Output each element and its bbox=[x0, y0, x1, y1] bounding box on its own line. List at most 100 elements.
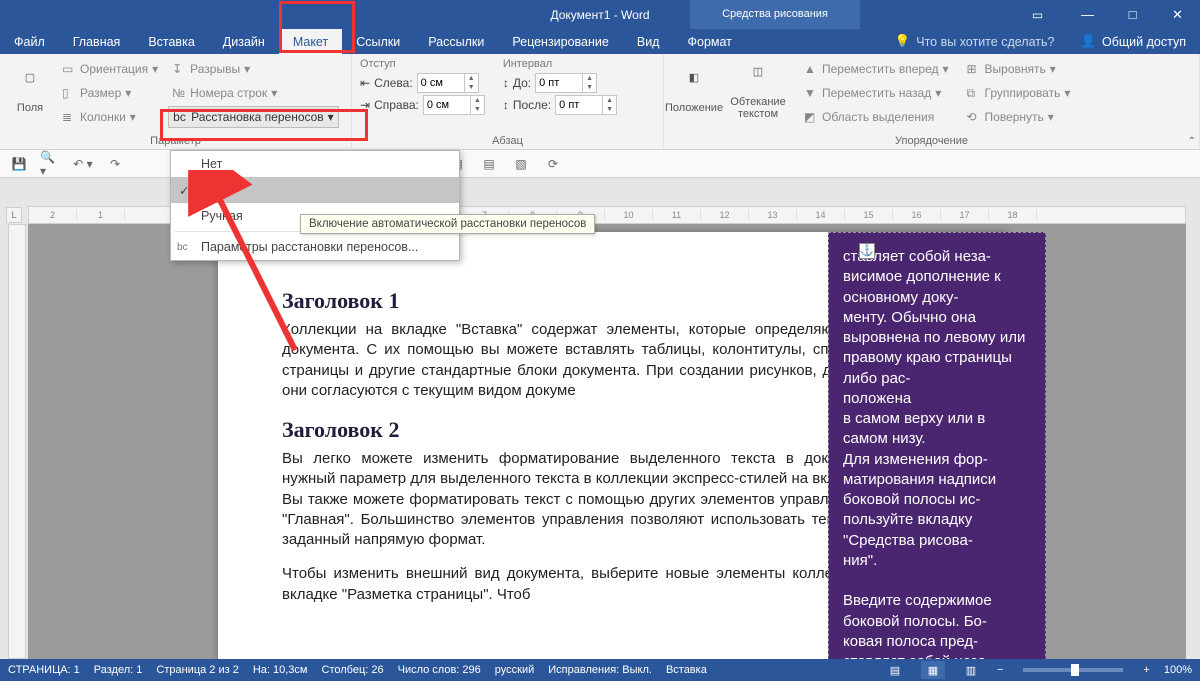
indent-right-label: Справа: bbox=[374, 98, 419, 112]
tab-references[interactable]: Ссылки bbox=[342, 29, 414, 54]
spacing-title: Интервал bbox=[503, 58, 617, 70]
align-label: Выровнять bbox=[985, 62, 1046, 76]
spacing-before-input[interactable]: ▲▼ bbox=[535, 73, 597, 93]
margins-icon: ▢ bbox=[16, 72, 44, 100]
hyphenation-auto-label: Авто bbox=[201, 183, 228, 197]
hyphenation-options-icon: bc bbox=[177, 242, 188, 253]
size-button[interactable]: ▯Размер ▾ bbox=[58, 82, 162, 104]
zoom-percent[interactable]: 100% bbox=[1164, 664, 1192, 676]
status-column[interactable]: Столбец: 26 bbox=[322, 664, 384, 676]
columns-button[interactable]: ≣Колонки ▾ bbox=[58, 106, 162, 128]
columns-icon: ≣ bbox=[62, 110, 76, 124]
tab-format[interactable]: Формат bbox=[673, 29, 745, 54]
status-language[interactable]: русский bbox=[495, 664, 534, 676]
orientation-button[interactable]: ▭Ориентация ▾ bbox=[58, 58, 162, 80]
group-label: Группировать bbox=[985, 86, 1061, 100]
spacing-before-icon: ↕ bbox=[503, 76, 509, 90]
rotate-icon: ⟲ bbox=[967, 110, 981, 124]
spacing-before-label: До: bbox=[513, 76, 531, 90]
spacing-after-input[interactable]: ▲▼ bbox=[555, 95, 617, 115]
line-numbers-icon: № bbox=[172, 86, 186, 100]
send-backward-button[interactable]: ▼Переместить назад ▾ bbox=[800, 82, 953, 104]
grid-icon[interactable]: ▤ bbox=[478, 153, 500, 175]
print-preview-button[interactable]: 🔍 ▾ bbox=[40, 153, 62, 175]
bring-forward-button[interactable]: ▲Переместить вперед ▾ bbox=[800, 58, 953, 80]
status-track-changes[interactable]: Исправления: Выкл. bbox=[548, 664, 652, 676]
tab-mailings[interactable]: Рассылки bbox=[414, 29, 498, 54]
document-area: Заголовок 1 Коллекции на вкладке "Вставк… bbox=[28, 224, 1186, 659]
share-button[interactable]: 👤 Общий доступ bbox=[1066, 29, 1200, 54]
close-icon[interactable]: ✕ bbox=[1155, 0, 1200, 29]
tab-view[interactable]: Вид bbox=[623, 29, 674, 54]
tell-me-search[interactable]: 💡 Что вы хотите сделать? bbox=[883, 29, 1067, 54]
zoom-out-button[interactable]: − bbox=[997, 664, 1003, 676]
hyphenation-auto[interactable]: ✓Авто bbox=[171, 177, 459, 203]
anchor-icon: ⚓ bbox=[859, 243, 875, 259]
status-at[interactable]: На: 10,3см bbox=[253, 664, 308, 676]
indent-left-icon: ⇤ bbox=[360, 76, 370, 90]
minimize-icon[interactable]: — bbox=[1065, 0, 1110, 29]
redo-button[interactable]: ↷ bbox=[104, 153, 126, 175]
selection-pane-button[interactable]: ◩Область выделения bbox=[800, 106, 953, 128]
save-button[interactable]: 💾 bbox=[8, 153, 30, 175]
maximize-icon[interactable]: □ bbox=[1110, 0, 1155, 29]
send-backward-icon: ▼ bbox=[804, 86, 818, 100]
view-web-layout[interactable]: ▥ bbox=[959, 661, 983, 679]
hyphenation-none[interactable]: Нет bbox=[171, 151, 459, 177]
status-section[interactable]: Раздел: 1 bbox=[94, 664, 143, 676]
line-numbers-button[interactable]: №Номера строк ▾ bbox=[168, 82, 339, 104]
sidebar-textbox[interactable]: ⚓ ставляет собой неза- висимое дополнени… bbox=[828, 232, 1046, 659]
ribbon-display-options-icon[interactable]: ▭ bbox=[1015, 0, 1060, 29]
spacing-after-label: После: bbox=[513, 98, 551, 112]
view-read-mode[interactable]: ▤ bbox=[883, 661, 907, 679]
group-objects-button[interactable]: ⧉Группировать ▾ bbox=[963, 82, 1075, 104]
status-bar: СТРАНИЦА: 1 Раздел: 1 Страница 2 из 2 На… bbox=[0, 659, 1200, 681]
sidebar-content[interactable]: ставляет собой неза- висимое дополнение … bbox=[843, 247, 1031, 659]
tab-home[interactable]: Главная bbox=[59, 29, 135, 54]
orientation-icon: ▭ bbox=[62, 62, 76, 76]
share-label: Общий доступ bbox=[1102, 35, 1186, 49]
group-label-paragraph: Абзац bbox=[360, 135, 655, 147]
size-label: Размер bbox=[80, 86, 121, 100]
zoom-in-button[interactable]: + bbox=[1143, 664, 1149, 676]
tab-layout[interactable]: Макет bbox=[279, 29, 342, 54]
hyphenation-options[interactable]: bcПараметры расстановки переносов... bbox=[171, 234, 459, 260]
position-button[interactable]: ◧Положение bbox=[672, 58, 716, 128]
size-icon: ▯ bbox=[62, 86, 76, 100]
indent-left-input[interactable]: ▲▼ bbox=[417, 73, 479, 93]
vertical-ruler[interactable] bbox=[8, 224, 26, 659]
refresh-icon[interactable]: ⟳ bbox=[542, 153, 564, 175]
tab-file[interactable]: Файл bbox=[0, 29, 59, 54]
tab-design[interactable]: Дизайн bbox=[209, 29, 279, 54]
share-icon: 👤 bbox=[1080, 34, 1096, 49]
tab-review[interactable]: Рецензирование bbox=[498, 29, 623, 54]
send-backward-label: Переместить назад bbox=[822, 86, 931, 100]
indent-left-label: Слева: bbox=[374, 76, 413, 90]
tab-insert[interactable]: Вставка bbox=[134, 29, 208, 54]
indent-right-input[interactable]: ▲▼ bbox=[423, 95, 485, 115]
hyphenation-none-label: Нет bbox=[201, 157, 222, 171]
wrap-text-label: Обтекание текстом bbox=[726, 96, 790, 120]
rotate-label: Повернуть bbox=[985, 110, 1044, 124]
collapse-ribbon-icon[interactable]: ⌃ bbox=[1188, 136, 1196, 147]
wrap-text-button[interactable]: ◫Обтекание текстом bbox=[726, 58, 790, 128]
view-print-layout[interactable]: ▦ bbox=[921, 661, 945, 679]
bring-forward-label: Переместить вперед bbox=[822, 62, 938, 76]
margins-button[interactable]: ▢ Поля bbox=[8, 58, 52, 128]
zoom-slider[interactable] bbox=[1023, 668, 1123, 672]
align-icon: ⊞ bbox=[967, 62, 981, 76]
hyphenation-button[interactable]: bcРасстановка переносов ▾ bbox=[168, 106, 339, 128]
status-page[interactable]: СТРАНИЦА: 1 bbox=[8, 664, 80, 676]
contextual-tab-label: Средства рисования bbox=[690, 0, 860, 29]
status-words[interactable]: Число слов: 296 bbox=[398, 664, 481, 676]
status-page-of[interactable]: Страница 2 из 2 bbox=[156, 664, 238, 676]
status-insert-mode[interactable]: Вставка bbox=[666, 664, 707, 676]
ribbon: ▢ Поля ▭Ориентация ▾ ▯Размер ▾ ≣Колонки … bbox=[0, 54, 1200, 150]
layout-icon[interactable]: ▧ bbox=[510, 153, 532, 175]
undo-button[interactable]: ↶ ▾ bbox=[72, 153, 94, 175]
rotate-button[interactable]: ⟲Повернуть ▾ bbox=[963, 106, 1075, 128]
margins-label: Поля bbox=[17, 102, 43, 114]
tab-selector-icon[interactable]: L bbox=[6, 207, 22, 223]
align-button[interactable]: ⊞Выровнять ▾ bbox=[963, 58, 1075, 80]
breaks-button[interactable]: ↧Разрывы ▾ bbox=[168, 58, 339, 80]
